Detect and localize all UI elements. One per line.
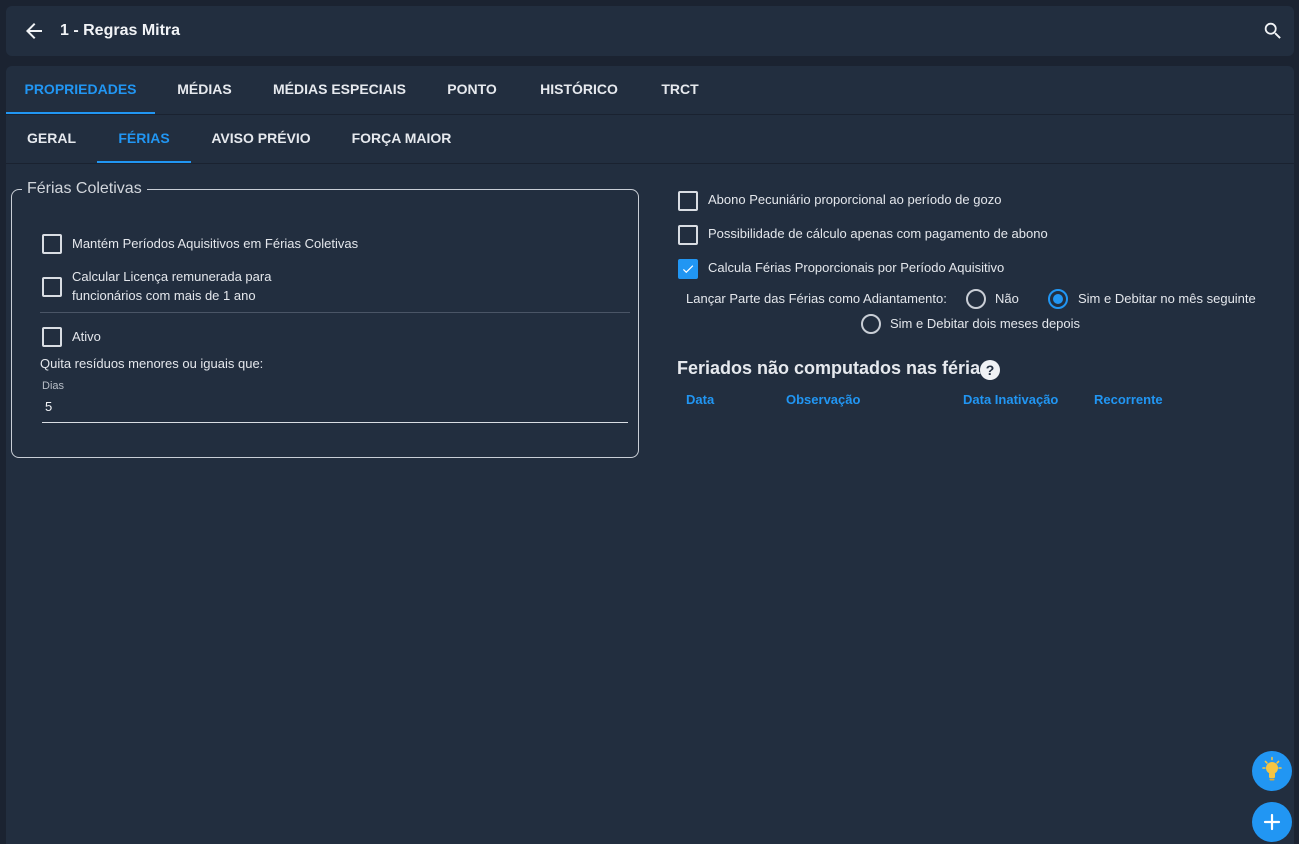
ferias-coletivas-legend: Férias Coletivas	[22, 180, 147, 198]
page-title: 1 - Regras Mitra	[60, 22, 181, 39]
ferias-coletivas-group: Férias Coletivas Mantém Períodos Aquisit…	[11, 180, 639, 458]
calcular-licenca-label-line2: funcionários com mais de 1 ano	[72, 288, 256, 303]
mantem-periodos-checkbox[interactable]	[42, 234, 62, 254]
idea-button[interactable]	[1252, 751, 1292, 791]
possibilidade-label: Possibilidade de cálculo apenas com paga…	[708, 226, 1048, 241]
abono-checkbox[interactable]	[678, 191, 698, 211]
tab-historico[interactable]: HISTÓRICO	[519, 66, 639, 114]
sub-tabs: GERAL FÉRIAS AVISO PRÉVIO FORÇA MAIOR	[6, 115, 1294, 164]
abono-label: Abono Pecuniário proporcional ao período…	[708, 192, 1002, 207]
back-arrow-icon[interactable]	[22, 19, 46, 43]
add-button[interactable]	[1252, 802, 1292, 842]
radio-sim-mes-seguinte[interactable]	[1048, 289, 1068, 309]
quita-residuos-label: Quita resíduos menores ou iguais que:	[40, 356, 264, 371]
possibilidade-checkbox[interactable]	[678, 225, 698, 245]
ativo-checkbox[interactable]	[42, 327, 62, 347]
tab-ponto[interactable]: PONTO	[425, 66, 519, 114]
radio-sim-dois-meses-label: Sim e Debitar dois meses depois	[890, 316, 1081, 331]
feriados-title: Feriados não computados nas férias	[677, 358, 991, 378]
dias-label: Dias	[42, 380, 65, 392]
top-app-bar: 1 - Regras Mitra	[6, 6, 1294, 56]
calcula-ferias-label: Calcula Férias Proporcionais por Período…	[708, 260, 1005, 275]
main-panel: PROPRIEDADES MÉDIAS MÉDIAS ESPECIAIS PON…	[6, 66, 1294, 844]
tab-geral[interactable]: GERAL	[6, 115, 97, 163]
help-icon[interactable]: ?	[980, 360, 1000, 380]
dias-input[interactable]: 5	[42, 396, 628, 423]
check-icon	[682, 265, 694, 274]
radio-nao-label: Não	[995, 291, 1019, 306]
ativo-label: Ativo	[72, 329, 101, 344]
calcular-licenca-checkbox[interactable]	[42, 277, 62, 297]
radio-sim-mes-seguinte-label: Sim e Debitar no mês seguinte	[1078, 291, 1256, 306]
tab-aviso-previo[interactable]: AVISO PRÉVIO	[191, 115, 331, 163]
divider	[40, 312, 630, 313]
adiantamento-label: Lançar Parte das Férias como Adiantament…	[686, 291, 947, 306]
radio-sim-dois-meses[interactable]	[861, 314, 881, 334]
column-data[interactable]: Data	[686, 392, 714, 407]
tab-ferias[interactable]: FÉRIAS	[97, 115, 191, 163]
calcula-ferias-checkbox[interactable]	[678, 259, 698, 279]
tab-forca-maior[interactable]: FORÇA MAIOR	[331, 115, 472, 163]
tab-medias[interactable]: MÉDIAS	[155, 66, 254, 114]
tab-trct[interactable]: TRCT	[639, 66, 721, 114]
plus-icon	[1263, 813, 1281, 831]
main-tabs: PROPRIEDADES MÉDIAS MÉDIAS ESPECIAIS PON…	[6, 66, 1294, 115]
column-data-inativacao[interactable]: Data Inativação	[963, 392, 1058, 407]
column-recorrente[interactable]: Recorrente	[1094, 392, 1163, 407]
mantem-periodos-label: Mantém Períodos Aquisitivos em Férias Co…	[72, 236, 359, 251]
tab-medias-especiais[interactable]: MÉDIAS ESPECIAIS	[254, 66, 425, 114]
radio-nao[interactable]	[966, 289, 986, 309]
search-icon[interactable]	[1262, 20, 1284, 42]
tab-propriedades[interactable]: PROPRIEDADES	[6, 66, 155, 114]
calcular-licenca-label-line1: Calcular Licença remunerada para	[72, 269, 272, 284]
column-observacao[interactable]: Observação	[786, 392, 860, 407]
lightbulb-icon	[1262, 756, 1282, 781]
